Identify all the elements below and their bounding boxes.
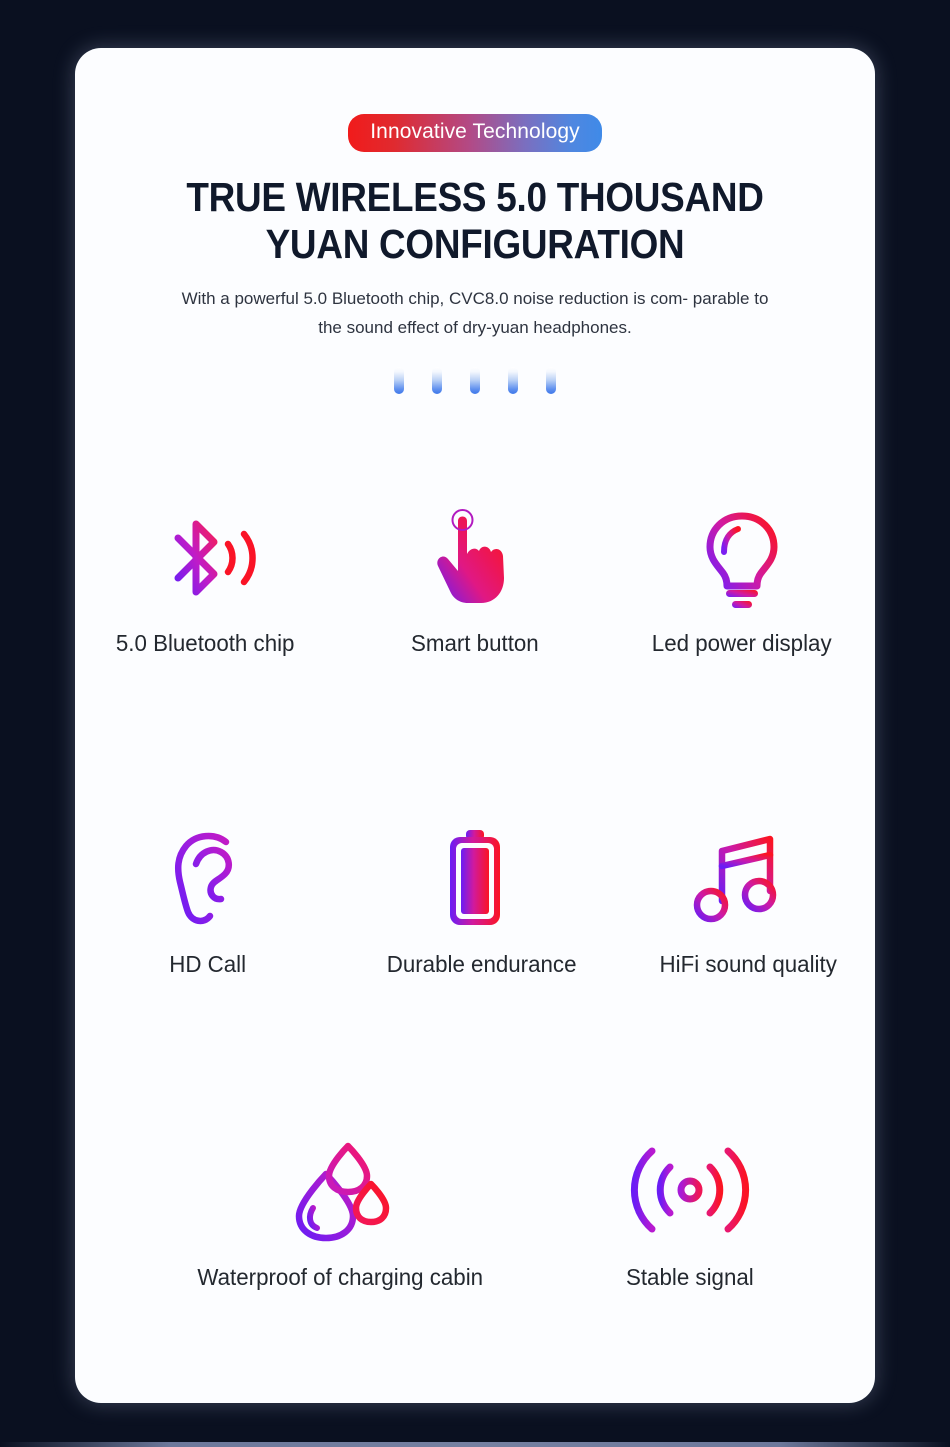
feature-item-led-display: Led power display [608,504,875,657]
subtitle-line-1: With a powerful 5.0 Bluetooth chip, CVC8… [181,289,689,308]
divider-bar [546,367,556,394]
water-drops-icon [291,1136,390,1244]
bluetooth-icon [156,504,260,612]
ear-icon [168,825,248,933]
feature-grid: 5.0 Bluetooth chip Smart button Led powe… [75,504,875,1291]
feature-label: HD Call [168,951,246,977]
badge-row: Innovative Technology [75,114,875,152]
bottom-sheen [0,1442,950,1447]
feature-item-hd-call: HD Call [75,825,342,978]
page-background: Innovative Technology TRUE WIRELESS 5.0 … [0,0,950,1447]
feature-row: HD Call Durable endurance HiFi sound qua… [75,825,875,978]
innovative-technology-badge: Innovative Technology [348,114,602,152]
feature-label: Stable signal [626,1264,754,1290]
divider-bar [394,367,404,394]
feature-label: HiFi sound quality [659,951,838,977]
feature-item-durable-endurance: Durable endurance [342,825,609,978]
feature-label: Waterproof of charging cabin [197,1264,483,1290]
headline-line-2: YUAN CONFIGURATION [265,221,685,267]
page-subtitle: With a powerful 5.0 Bluetooth chip, CVC8… [180,284,770,342]
music-note-icon [693,825,788,933]
feature-item-hifi-sound: HiFi sound quality [608,825,875,978]
feature-item-bluetooth: 5.0 Bluetooth chip [75,504,342,657]
product-feature-card: Innovative Technology TRUE WIRELESS 5.0 … [75,48,875,1403]
feature-label: Smart button [411,630,539,656]
lightbulb-icon [699,504,785,612]
signal-waves-icon [630,1136,750,1244]
feature-label: Led power display [651,630,832,656]
feature-row: Waterproof of charging cabin Stable sign… [75,1136,875,1291]
feature-label: 5.0 Bluetooth chip [116,630,295,656]
feature-label: Durable endurance [386,951,577,977]
divider-bar [432,367,442,394]
feature-row: 5.0 Bluetooth chip Smart button Led powe… [75,504,875,657]
feature-item-stable-signal: Stable signal [575,1136,805,1291]
feature-item-smart-button: Smart button [342,504,609,657]
feature-item-waterproof: Waterproof of charging cabin [105,1136,575,1291]
feature-row-spacer [805,1136,875,1291]
page-title: TRUE WIRELESS 5.0 THOUSAND YUAN CONFIGUR… [178,174,772,268]
battery-icon [442,825,508,933]
divider-bar [508,367,518,394]
divider-bar [470,367,480,394]
touch-hand-icon [429,504,521,612]
divider-bars [75,367,875,394]
headline-line-1: TRUE WIRELESS 5.0 THOUSAND [186,174,764,220]
